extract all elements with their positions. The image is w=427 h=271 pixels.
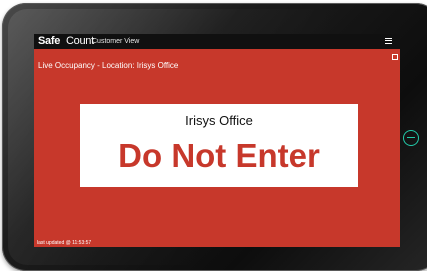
- status-message: Do Not Enter: [118, 137, 320, 174]
- hamburger-icon[interactable]: [385, 38, 392, 44]
- page-title: Live Occupancy - Location: Irisys Office: [38, 61, 179, 70]
- top-bar: Safe Count Customer View: [34, 34, 400, 49]
- tablet-frame: Safe Count Customer View Live Occupancy …: [2, 3, 427, 271]
- view-label: Customer View: [92, 38, 140, 45]
- brand-logo-safe: Safe: [38, 35, 61, 47]
- expand-icon[interactable]: [392, 54, 398, 60]
- brand-logo-count: Count: [66, 35, 94, 47]
- home-button-icon[interactable]: [403, 130, 419, 146]
- app-screen: Safe Count Customer View Live Occupancy …: [34, 34, 400, 247]
- last-updated-timestamp: last updated @ 11:53:57: [37, 240, 92, 246]
- status-card: Irisys Office Do Not Enter: [80, 104, 358, 187]
- location-name: Irisys Office: [185, 113, 253, 128]
